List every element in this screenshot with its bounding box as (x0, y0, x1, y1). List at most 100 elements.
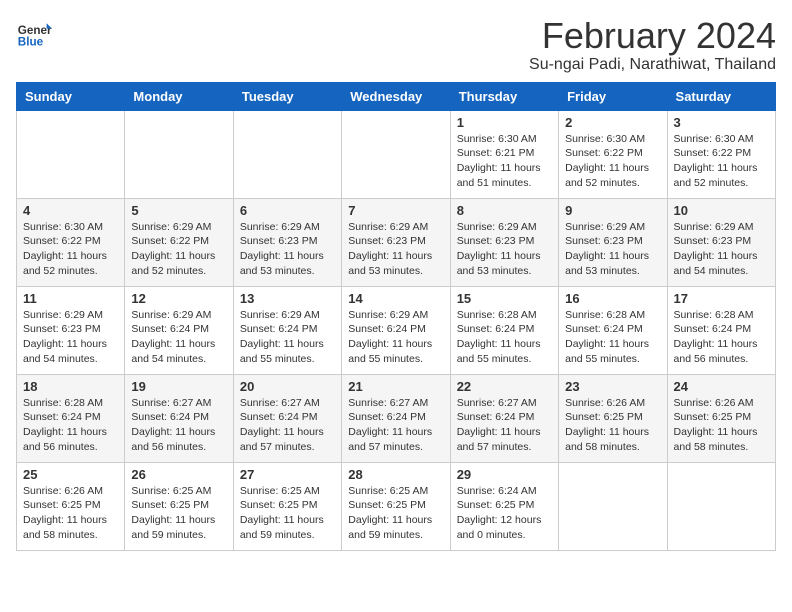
calendar-cell: 24 Sunrise: 6:26 AM Sunset: 6:25 PM Dayli… (667, 374, 775, 462)
day-info: Sunrise: 6:25 AM Sunset: 6:25 PM Dayligh… (240, 484, 335, 543)
day-info: Sunrise: 6:29 AM Sunset: 6:24 PM Dayligh… (240, 308, 335, 367)
header-friday: Friday (559, 82, 667, 110)
calendar-cell: 17 Sunrise: 6:28 AM Sunset: 6:24 PM Dayli… (667, 286, 775, 374)
header-wednesday: Wednesday (342, 82, 450, 110)
header-row: Sunday Monday Tuesday Wednesday Thursday… (17, 82, 776, 110)
day-number: 8 (457, 203, 552, 218)
calendar-cell: 5Sunrise: 6:29 AM Sunset: 6:22 PM Daylig… (125, 198, 233, 286)
day-info: Sunrise: 6:30 AM Sunset: 6:21 PM Dayligh… (457, 132, 552, 191)
day-number: 3 (674, 115, 769, 130)
day-number: 24 (674, 379, 769, 394)
calendar-cell: 1 Sunrise: 6:30 AM Sunset: 6:21 PM Daylig… (450, 110, 558, 198)
header-tuesday: Tuesday (233, 82, 341, 110)
calendar-cell: 23 Sunrise: 6:26 AM Sunset: 6:25 PM Dayli… (559, 374, 667, 462)
day-info: Sunrise: 6:27 AM Sunset: 6:24 PM Dayligh… (348, 396, 443, 455)
day-info: Sunrise: 6:24 AM Sunset: 6:25 PM Dayligh… (457, 484, 552, 543)
calendar-cell: 10 Sunrise: 6:29 AM Sunset: 6:23 PM Dayli… (667, 198, 775, 286)
calendar-cell: 28Sunrise: 6:25 AM Sunset: 6:25 PM Dayli… (342, 462, 450, 550)
calendar-cell: 14 Sunrise: 6:29 AM Sunset: 6:24 PM Dayli… (342, 286, 450, 374)
day-number: 9 (565, 203, 660, 218)
title-section: February 2024 Su-ngai Padi, Narathiwat, … (529, 16, 776, 74)
day-info: Sunrise: 6:30 AM Sunset: 6:22 PM Dayligh… (565, 132, 660, 191)
calendar-cell: 25Sunrise: 6:26 AM Sunset: 6:25 PM Dayli… (17, 462, 125, 550)
calendar-cell: 9 Sunrise: 6:29 AM Sunset: 6:23 PM Daylig… (559, 198, 667, 286)
calendar-cell: 12 Sunrise: 6:29 AM Sunset: 6:24 PM Dayli… (125, 286, 233, 374)
day-info: Sunrise: 6:29 AM Sunset: 6:24 PM Dayligh… (131, 308, 226, 367)
calendar-cell: 22 Sunrise: 6:27 AM Sunset: 6:24 PM Dayli… (450, 374, 558, 462)
calendar-cell: 2 Sunrise: 6:30 AM Sunset: 6:22 PM Daylig… (559, 110, 667, 198)
day-number: 21 (348, 379, 443, 394)
calendar-cell: 4 Sunrise: 6:30 AM Sunset: 6:22 PM Daylig… (17, 198, 125, 286)
calendar-cell: 27 Sunrise: 6:25 AM Sunset: 6:25 PM Dayli… (233, 462, 341, 550)
calendar-cell: 6 Sunrise: 6:29 AM Sunset: 6:23 PM Daylig… (233, 198, 341, 286)
calendar-cell: 19 Sunrise: 6:27 AM Sunset: 6:24 PM Dayli… (125, 374, 233, 462)
day-number: 5 (131, 203, 226, 218)
day-info: Sunrise: 6:29 AM Sunset: 6:24 PM Dayligh… (348, 308, 443, 367)
day-info: Sunrise: 6:27 AM Sunset: 6:24 PM Dayligh… (131, 396, 226, 455)
day-number: 4 (23, 203, 118, 218)
calendar-cell: 26 Sunrise: 6:25 AM Sunset: 6:25 PM Dayli… (125, 462, 233, 550)
day-number: 25 (23, 467, 118, 482)
day-number: 6 (240, 203, 335, 218)
header-sunday: Sunday (17, 82, 125, 110)
logo-icon: General Blue (16, 16, 52, 52)
day-info: Sunrise: 6:28 AM Sunset: 6:24 PM Dayligh… (457, 308, 552, 367)
calendar-cell (559, 462, 667, 550)
day-number: 22 (457, 379, 552, 394)
day-info: Sunrise: 6:29 AM Sunset: 6:23 PM Dayligh… (565, 220, 660, 279)
day-number: 2 (565, 115, 660, 130)
day-number: 16 (565, 291, 660, 306)
calendar-header: Sunday Monday Tuesday Wednesday Thursday… (17, 82, 776, 110)
day-info: Sunrise: 6:25 AM Sunset: 6:25 PM Dayligh… (131, 484, 226, 543)
page-header: General Blue February 2024 Su-ngai Padi,… (16, 16, 776, 74)
calendar-body: 1 Sunrise: 6:30 AM Sunset: 6:21 PM Daylig… (17, 110, 776, 550)
logo: General Blue (16, 16, 52, 52)
day-info: Sunrise: 6:28 AM Sunset: 6:24 PM Dayligh… (674, 308, 769, 367)
day-info: Sunrise: 6:30 AM Sunset: 6:22 PM Dayligh… (674, 132, 769, 191)
day-number: 7 (348, 203, 443, 218)
day-number: 19 (131, 379, 226, 394)
day-info: Sunrise: 6:29 AM Sunset: 6:23 PM Dayligh… (674, 220, 769, 279)
day-info: Sunrise: 6:27 AM Sunset: 6:24 PM Dayligh… (240, 396, 335, 455)
calendar-cell (233, 110, 341, 198)
day-number: 29 (457, 467, 552, 482)
day-number: 18 (23, 379, 118, 394)
calendar-title: February 2024 (529, 16, 776, 56)
day-info: Sunrise: 6:26 AM Sunset: 6:25 PM Dayligh… (674, 396, 769, 455)
day-number: 14 (348, 291, 443, 306)
calendar-cell: 29 Sunrise: 6:24 AM Sunset: 6:25 PM Dayli… (450, 462, 558, 550)
calendar-cell: 7 Sunrise: 6:29 AM Sunset: 6:23 PM Daylig… (342, 198, 450, 286)
day-info: Sunrise: 6:30 AM Sunset: 6:22 PM Dayligh… (23, 220, 118, 279)
day-number: 26 (131, 467, 226, 482)
calendar-cell: 20 Sunrise: 6:27 AM Sunset: 6:24 PM Dayli… (233, 374, 341, 462)
day-info: Sunrise: 6:28 AM Sunset: 6:24 PM Dayligh… (565, 308, 660, 367)
day-number: 1 (457, 115, 552, 130)
day-info: Sunrise: 6:29 AM Sunset: 6:23 PM Dayligh… (348, 220, 443, 279)
day-info: Sunrise: 6:25 AM Sunset: 6:25 PM Dayligh… (348, 484, 443, 543)
day-number: 11 (23, 291, 118, 306)
day-info: Sunrise: 6:28 AM Sunset: 6:24 PM Dayligh… (23, 396, 118, 455)
calendar-cell: 11 Sunrise: 6:29 AM Sunset: 6:23 PM Dayli… (17, 286, 125, 374)
calendar-cell: 21 Sunrise: 6:27 AM Sunset: 6:24 PM Dayli… (342, 374, 450, 462)
calendar-cell: 13 Sunrise: 6:29 AM Sunset: 6:24 PM Dayli… (233, 286, 341, 374)
day-number: 13 (240, 291, 335, 306)
calendar-cell: 15Sunrise: 6:28 AM Sunset: 6:24 PM Dayli… (450, 286, 558, 374)
day-number: 23 (565, 379, 660, 394)
day-info: Sunrise: 6:26 AM Sunset: 6:25 PM Dayligh… (565, 396, 660, 455)
day-number: 17 (674, 291, 769, 306)
day-number: 12 (131, 291, 226, 306)
day-info: Sunrise: 6:27 AM Sunset: 6:24 PM Dayligh… (457, 396, 552, 455)
day-number: 20 (240, 379, 335, 394)
calendar-cell (342, 110, 450, 198)
calendar-cell (125, 110, 233, 198)
header-monday: Monday (125, 82, 233, 110)
calendar-cell: 3 Sunrise: 6:30 AM Sunset: 6:22 PM Daylig… (667, 110, 775, 198)
calendar-cell: 8 Sunrise: 6:29 AM Sunset: 6:23 PM Daylig… (450, 198, 558, 286)
header-thursday: Thursday (450, 82, 558, 110)
day-info: Sunrise: 6:29 AM Sunset: 6:23 PM Dayligh… (23, 308, 118, 367)
day-info: Sunrise: 6:29 AM Sunset: 6:23 PM Dayligh… (240, 220, 335, 279)
day-number: 27 (240, 467, 335, 482)
day-number: 10 (674, 203, 769, 218)
svg-text:Blue: Blue (18, 36, 44, 49)
day-info: Sunrise: 6:29 AM Sunset: 6:23 PM Dayligh… (457, 220, 552, 279)
